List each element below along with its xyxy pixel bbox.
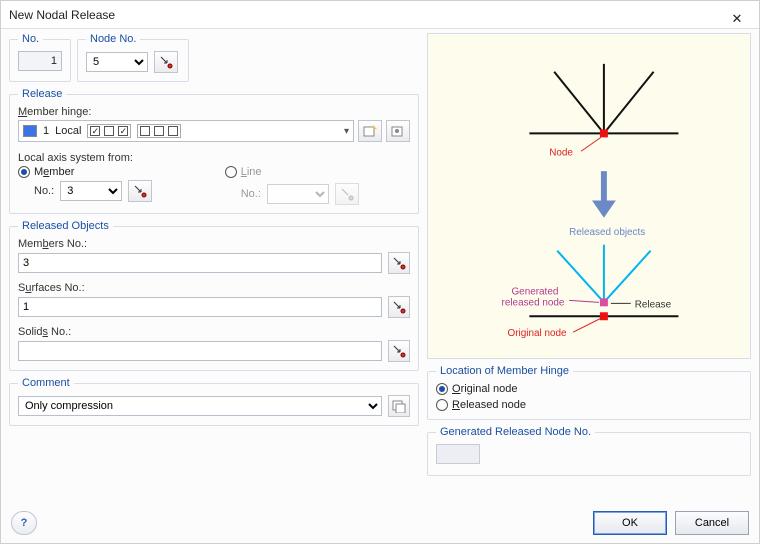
diagram-gen-label1: Generated: [511, 286, 558, 297]
released-node-radio-label: Released node: [452, 399, 526, 411]
comment-apply-icon[interactable]: [388, 395, 410, 417]
solids-no-label: Solids No.:: [18, 326, 410, 338]
released-objects-group: Released Objects Members No.: Surfaces N…: [9, 220, 419, 371]
nodeno-combo[interactable]: 5: [86, 52, 148, 72]
diagram-orig-label: Original node: [508, 328, 567, 339]
pick-solids-icon[interactable]: [388, 340, 410, 362]
pick-node-icon[interactable]: [154, 51, 178, 73]
original-node-radio[interactable]: Original node: [436, 383, 728, 395]
edit-hinge-icon[interactable]: [386, 120, 410, 142]
radio-dot-icon: [436, 399, 448, 411]
content-area: No. 1 Node No. 5: [1, 29, 759, 499]
generated-legend: Generated Released Node No.: [436, 426, 595, 438]
new-hinge-icon[interactable]: [358, 120, 382, 142]
release-legend: Release: [18, 88, 66, 100]
pick-member-icon[interactable]: [128, 180, 152, 202]
nodeno-group-label: Node No.: [86, 33, 140, 45]
pick-members-icon[interactable]: [388, 252, 410, 274]
location-legend: Location of Member Hinge: [436, 365, 573, 377]
pick-line-icon: [335, 183, 359, 205]
surfaces-no-input[interactable]: [18, 297, 382, 317]
close-icon[interactable]: ✕: [723, 5, 751, 25]
ok-button[interactable]: OK: [593, 511, 667, 535]
titlebar: New Nodal Release ✕: [1, 1, 759, 29]
window-title: New Nodal Release: [9, 1, 115, 29]
radio-dot-icon: [18, 166, 30, 178]
diagram-gen-label2: released node: [502, 297, 565, 308]
pick-surfaces-icon[interactable]: [388, 296, 410, 318]
radio-dot-icon: [436, 383, 448, 395]
help-button[interactable]: ?: [11, 511, 37, 535]
comment-input[interactable]: Only compression: [18, 396, 382, 416]
hinge-checks-1: ✓✓: [87, 124, 131, 138]
cancel-button[interactable]: Cancel: [675, 511, 749, 535]
dialog-buttons: OK Cancel: [593, 511, 749, 535]
location-group: Location of Member Hinge Original node R…: [427, 365, 751, 420]
comment-group: Comment Only compression: [9, 377, 419, 426]
diagram-release-label: Release: [635, 299, 672, 310]
member-radio-label: Member: [34, 166, 74, 178]
line-no-combo: [267, 184, 329, 204]
diagram-svg: Node Released objects: [428, 34, 750, 358]
line-no-label: No.:: [241, 188, 261, 200]
diagram-relobj-label: Released objects: [569, 227, 645, 238]
no-group-label: No.: [18, 33, 43, 45]
member-no-label: No.:: [34, 185, 54, 197]
members-no-input[interactable]: [18, 253, 382, 273]
no-group: No. 1: [9, 33, 71, 82]
top-groups: No. 1 Node No. 5: [9, 33, 419, 82]
solids-no-input[interactable]: [18, 341, 382, 361]
members-no-label: Members No.:: [18, 238, 410, 250]
generated-group: Generated Released Node No.: [427, 426, 751, 476]
member-radio[interactable]: Member: [18, 166, 74, 178]
nodeno-group: Node No. 5: [77, 33, 189, 82]
chevron-down-icon: ▾: [344, 126, 349, 137]
right-column: Node Released objects: [427, 33, 751, 499]
number-display: 1: [18, 51, 62, 71]
hinge-combo[interactable]: 1 Local ✓✓ ▾: [18, 120, 354, 142]
comment-legend: Comment: [18, 377, 74, 389]
generated-node-display: [436, 444, 480, 464]
surfaces-no-label: Surfaces No.:: [18, 282, 410, 294]
hinge-color-swatch: [23, 125, 37, 137]
released-objects-legend: Released Objects: [18, 220, 113, 232]
released-node-radio[interactable]: Released node: [436, 399, 728, 411]
diagram-panel: Node Released objects: [427, 33, 751, 359]
member-no-combo[interactable]: 3: [60, 181, 122, 201]
line-radio-label: Line: [241, 166, 262, 178]
axis-label: Local axis system from:: [18, 152, 410, 164]
left-column: No. 1 Node No. 5: [9, 33, 419, 499]
radio-dot-icon: [225, 166, 237, 178]
diagram-node-label: Node: [549, 147, 573, 158]
line-radio[interactable]: Line: [225, 166, 262, 178]
release-group: Release Member hinge: 1 Local ✓✓: [9, 88, 419, 214]
hinge-number: 1: [43, 125, 49, 137]
hinge-type: Local: [55, 125, 81, 137]
original-node-radio-label: Original node: [452, 383, 517, 395]
hinge-checks-2: [137, 124, 181, 138]
member-hinge-label: Member hinge:: [18, 106, 410, 118]
dialog-window: New Nodal Release ✕ No. 1 Node No. 5: [0, 0, 760, 544]
